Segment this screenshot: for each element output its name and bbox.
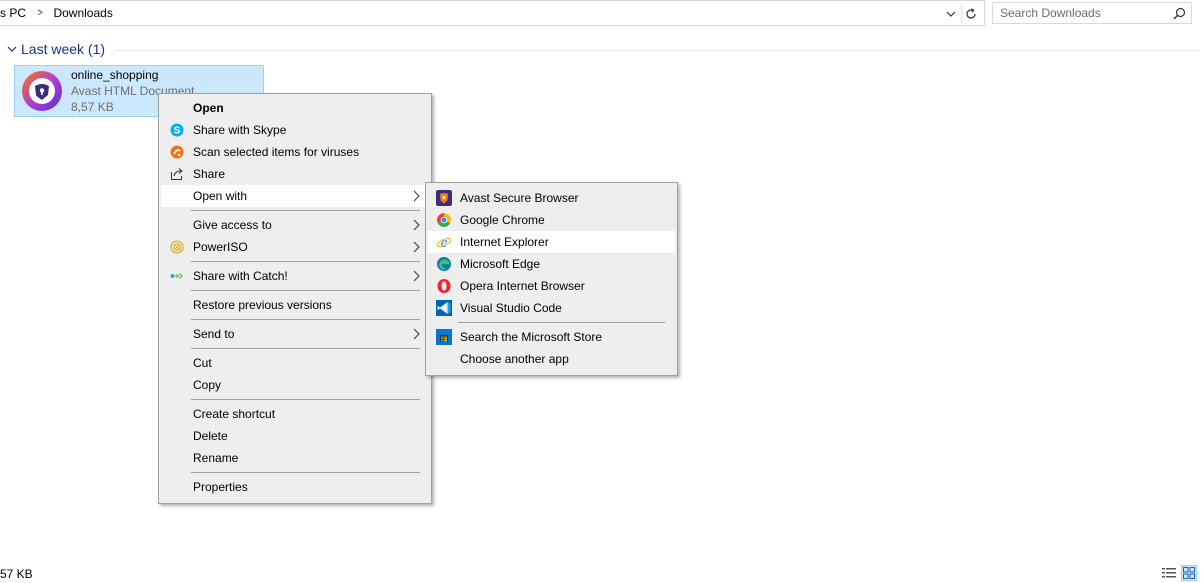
menu-item-cut[interactable]: Cut [161,352,429,374]
menu-separator [191,210,420,211]
tiles-view-button[interactable] [1181,565,1197,581]
status-selection-size: 57 KB [0,567,33,581]
menu-item-restore-previous-versions[interactable]: Restore previous versions [161,294,429,316]
menu-item-give-access-to[interactable]: Give access to [161,214,429,236]
group-header[interactable]: Last week (1) [6,41,105,57]
avast-browser-icon [436,190,452,206]
chevron-right-icon [413,270,420,282]
menu-item-send-to[interactable]: Send to [161,323,429,345]
menu-item-delete[interactable]: Delete [161,425,429,447]
refresh-button[interactable] [962,4,980,24]
group-title: Last week (1) [21,41,106,57]
menu-item-share[interactable]: Share [161,163,429,185]
menu-separator [191,472,420,473]
submenu-item-search-microsoft-store[interactable]: Search the Microsoft Store [428,326,675,348]
file-size: 8,57 KB [71,100,114,114]
submenu-item-visual-studio-code[interactable]: Visual Studio Code [428,297,675,319]
tiles-view-icon [1183,567,1195,579]
breadcrumb: s PC > Downloads [0,6,113,20]
chevron-right-icon [413,190,420,202]
menu-item-share-with-catch[interactable]: Share with Catch! [161,265,429,287]
store-icon [436,329,452,345]
file-name: online_shopping [71,68,159,82]
menu-item-create-shortcut[interactable]: Create shortcut [161,403,429,425]
share-icon [169,166,185,182]
details-view-icon [1162,568,1176,578]
poweriso-icon [169,239,185,255]
menu-separator [191,261,420,262]
group-divider [115,50,1200,51]
svg-text:e: e [441,235,448,250]
opera-icon [436,278,452,294]
svg-text:S: S [174,126,181,137]
menu-separator [191,399,420,400]
context-menu: Open S Share with Skype Scan selected it… [158,93,432,504]
menu-item-properties[interactable]: Properties [161,476,429,498]
submenu-item-internet-explorer[interactable]: e Internet Explorer [428,231,675,253]
menu-item-copy[interactable]: Copy [161,374,429,396]
skype-icon: S [169,122,185,138]
submenu-separator [458,322,665,323]
chevron-right-icon [413,328,420,340]
vscode-icon [436,300,452,316]
menu-separator [191,290,420,291]
menu-separator [191,348,420,349]
menu-item-scan-viruses[interactable]: Scan selected items for viruses [161,141,429,163]
view-switcher [1161,565,1197,581]
address-bar[interactable]: s PC > Downloads [0,0,985,26]
submenu-item-opera[interactable]: Opera Internet Browser [428,275,675,297]
chevron-right-icon [413,241,420,253]
menu-item-rename[interactable]: Rename [161,447,429,469]
submenu-item-choose-another-app[interactable]: Choose another app [428,348,675,370]
edge-icon [436,256,452,272]
menu-separator [191,319,420,320]
internet-explorer-icon: e [436,234,452,250]
search-box[interactable] [992,2,1192,24]
search-input[interactable] [993,3,1165,23]
chrome-icon [436,212,452,228]
submenu-item-google-chrome[interactable]: Google Chrome [428,209,675,231]
menu-item-share-with-skype[interactable]: S Share with Skype [161,119,429,141]
avast-scan-icon [169,144,185,160]
submenu-item-microsoft-edge[interactable]: Microsoft Edge [428,253,675,275]
open-with-submenu: Avast Secure Browser Google Chrome e Int… [425,182,678,376]
search-icon[interactable] [1171,5,1187,21]
menu-item-open-with[interactable]: Open with [161,185,429,207]
address-history-dropdown[interactable] [942,4,960,24]
breadcrumb-downloads[interactable]: Downloads [53,6,112,20]
submenu-item-avast-secure-browser[interactable]: Avast Secure Browser [428,187,675,209]
chevron-right-icon [413,219,420,231]
details-view-button[interactable] [1161,565,1177,581]
menu-item-open[interactable]: Open [161,97,429,119]
collapse-chevron-icon[interactable] [6,43,18,55]
menu-item-poweriso[interactable]: PowerISO [161,236,429,258]
breadcrumb-this-pc[interactable]: s PC [0,6,26,20]
avast-html-file-icon [20,69,64,113]
refresh-icon [966,8,976,19]
breadcrumb-chevron-icon[interactable]: > [38,7,43,19]
chevron-down-icon [946,11,956,17]
catch-icon [169,268,185,284]
